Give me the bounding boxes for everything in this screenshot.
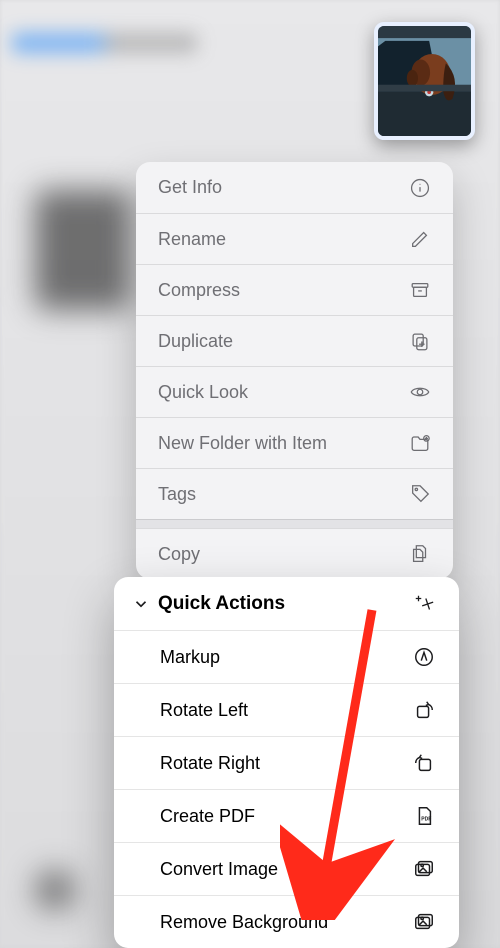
qa-item-label: Create PDF <box>160 806 413 827</box>
qa-item-label: Convert Image <box>160 859 413 880</box>
archivebox-icon <box>409 279 431 301</box>
menu-item-label: Copy <box>158 544 409 565</box>
quick-actions-menu: Quick Actions Markup Rotate Left Rotate … <box>114 577 459 948</box>
info-icon <box>409 177 431 199</box>
qa-item-create-pdf[interactable]: Create PDF PDF <box>114 789 459 842</box>
pdf-doc-icon: PDF <box>413 805 435 827</box>
images-icon <box>413 858 435 880</box>
menu-item-label: Tags <box>158 484 409 505</box>
menu-item-compress[interactable]: Compress <box>136 264 453 315</box>
file-thumbnail[interactable] <box>374 22 475 140</box>
context-menu: Get Info Rename Compress Duplicate Quick… <box>136 162 453 579</box>
qa-item-markup[interactable]: Markup <box>114 630 459 683</box>
svg-text:PDF: PDF <box>421 817 431 823</box>
quick-actions-header[interactable]: Quick Actions <box>114 577 459 630</box>
menu-item-label: Quick Look <box>158 382 409 403</box>
menu-item-label: Duplicate <box>158 331 409 352</box>
qa-item-label: Rotate Left <box>160 700 413 721</box>
rotate-right-icon <box>413 752 435 774</box>
folder-plus-icon <box>409 432 431 454</box>
chevron-down-icon <box>130 595 152 613</box>
menu-item-label: Get Info <box>158 177 409 198</box>
qa-item-label: Remove Background <box>160 912 413 933</box>
menu-item-new-folder[interactable]: New Folder with Item <box>136 417 453 468</box>
menu-item-quick-look[interactable]: Quick Look <box>136 366 453 417</box>
menu-item-get-info[interactable]: Get Info <box>136 162 453 213</box>
qa-item-rotate-right[interactable]: Rotate Right <box>114 736 459 789</box>
doc-on-doc-icon <box>409 543 431 565</box>
qa-item-convert-image[interactable]: Convert Image <box>114 842 459 895</box>
sparkles-icon <box>413 593 435 615</box>
menu-item-label: Compress <box>158 280 409 301</box>
markup-icon <box>413 646 435 668</box>
tag-icon <box>409 483 431 505</box>
menu-item-tags[interactable]: Tags <box>136 468 453 519</box>
menu-separator <box>136 519 453 528</box>
menu-item-label: New Folder with Item <box>158 433 409 454</box>
menu-item-copy[interactable]: Copy <box>136 528 453 579</box>
rotate-left-icon <box>413 699 435 721</box>
qa-item-remove-background[interactable]: Remove Background <box>114 895 459 948</box>
quick-actions-title: Quick Actions <box>158 593 413 615</box>
eye-icon <box>409 381 431 403</box>
pencil-icon <box>409 228 431 250</box>
qa-item-rotate-left[interactable]: Rotate Left <box>114 683 459 736</box>
duplicate-icon <box>409 330 431 352</box>
menu-item-rename[interactable]: Rename <box>136 213 453 264</box>
qa-item-label: Rotate Right <box>160 753 413 774</box>
menu-item-duplicate[interactable]: Duplicate <box>136 315 453 366</box>
menu-item-label: Rename <box>158 229 409 250</box>
qa-item-label: Markup <box>160 647 413 668</box>
images-icon <box>413 911 435 933</box>
